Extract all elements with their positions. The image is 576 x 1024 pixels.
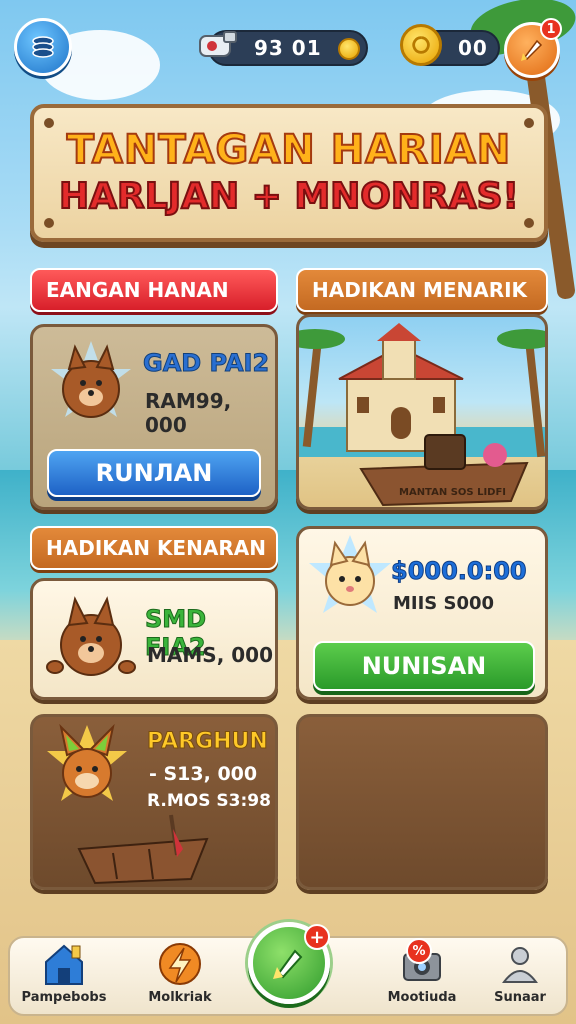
nav-item-lightning[interactable]: Molkriak [130,938,230,1018]
reward-card-3[interactable]: SMD FIA2 MAMS, 000 [30,578,278,700]
home-icon [45,944,83,985]
menu-button[interactable] [14,18,72,76]
boat-label: MANTAN SOS LIDFI [399,487,507,498]
tab-eangan-hanan[interactable]: EANGAN HANAN [30,268,278,312]
nail [44,118,54,128]
camera-badge: % [406,938,432,964]
nail [44,218,54,228]
nav-label: Pampebobs [21,990,107,1005]
nav-label: Molkriak [148,990,212,1005]
whistle-icon [199,31,237,57]
nail [524,218,534,228]
church-boat-illustration [299,323,545,507]
card-4-title: $000.0:00 [391,557,528,586]
dog-mascot-icon [46,596,136,676]
lightning-icon [159,943,201,985]
card-5-title: PARGHUN [147,729,269,755]
card-4-button[interactable]: NUNISAN [313,641,535,691]
card-5-line-1: - S13, 000 [149,763,258,785]
nav-item-profile[interactable]: Sunaar [470,938,570,1018]
gold-coin-icon [400,24,442,66]
nav-label: Mootiuda [387,990,457,1005]
notification-badge: 1 [540,18,562,40]
reward-card-4[interactable]: $000.0:00 MIIS S000 NUNISAN [296,526,548,700]
nail [524,118,534,128]
banner-subtitle: HARLJAN + MNONRAS! [58,175,520,218]
title-banner: TANTAGAN HARIAN HARLJAN + MNONRAS! [30,104,548,242]
stack-icon [32,36,54,58]
nav-item-home[interactable]: Pampebobs [14,938,114,1018]
rocket-icon [273,949,303,979]
card-1-button[interactable]: RUNЛAN [47,449,261,497]
add-badge: + [304,924,330,950]
currency-2-value: 00 [458,36,488,60]
dog-mascot-icon [51,341,131,418]
card-4-amount: MIIS S000 [393,593,495,614]
tab-hadikan-menarik[interactable]: HADIKAN MENARIK [296,268,548,312]
tab-hadikan-kenaran[interactable]: HADIKAN KENARAN [30,526,278,570]
top-bar: 93 01 00 1 [0,14,576,84]
banner-title: TANTAGAN HARIAN [66,126,512,174]
currency-1-value: 93 01 [254,36,322,60]
fox-mascot-icon [47,723,127,801]
empty-card [296,714,548,890]
reward-card-5[interactable]: PARGHUN - S13, 000 R.MOS S3:98 [30,714,278,890]
card-5-line-2: R.MOS S3:98 [147,791,271,811]
card-3-amount: MAMS, 000 [147,643,273,667]
nav-label: Sunaar [494,990,546,1005]
rocket-icon [521,39,543,61]
rowboat-icon [77,814,209,885]
card-1-amount: RAM99, 000 [145,389,232,437]
person-icon [502,947,538,983]
scenic-card[interactable]: MANTAN SOS LIDFI [296,314,548,510]
cat-mascot-icon [309,535,391,613]
coin-icon [338,38,360,60]
reward-card-1[interactable]: GAD PAI2 RAM99, 000 RUNЛAN [30,324,278,510]
card-1-title: GAD PAI2 [142,349,270,378]
